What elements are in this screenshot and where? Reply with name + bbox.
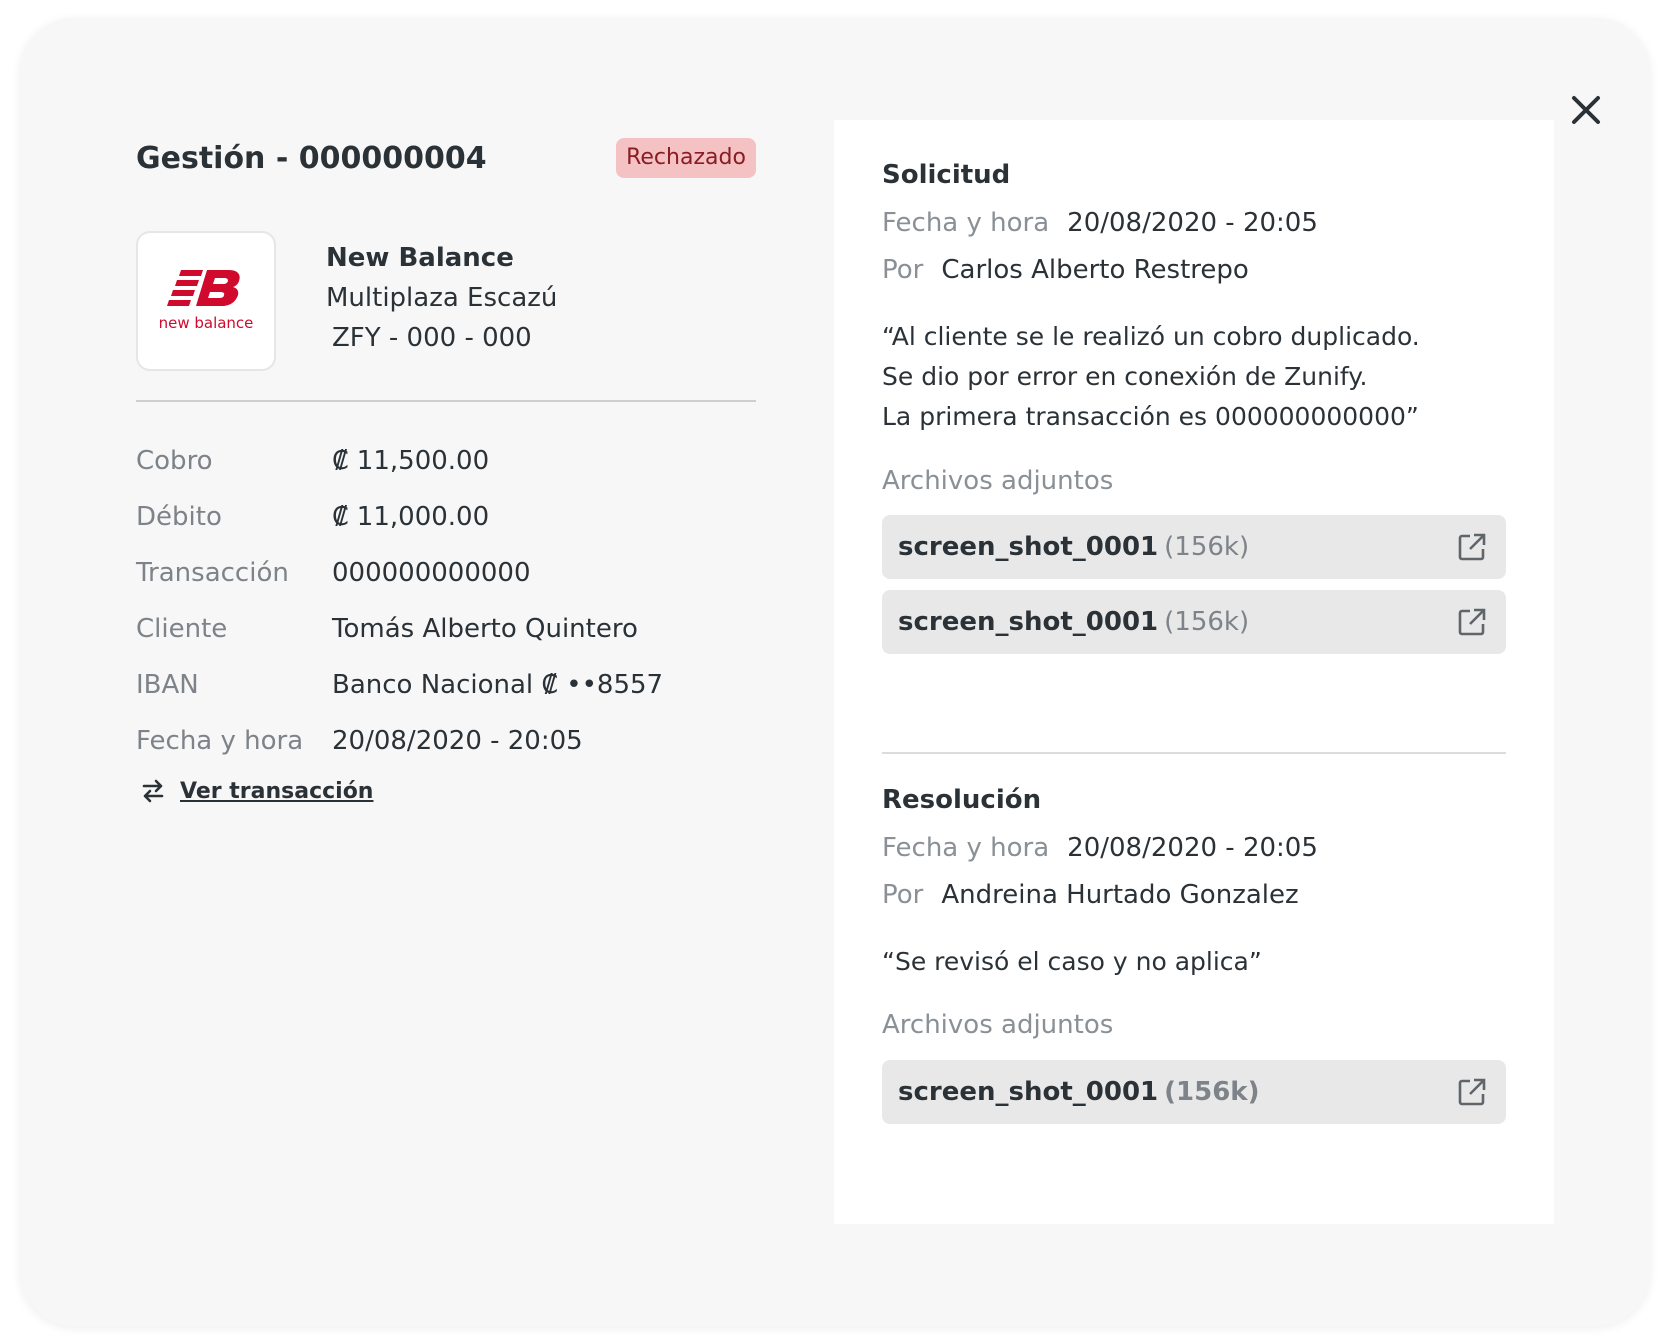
open-external-icon[interactable] bbox=[1456, 531, 1488, 563]
attachment-name: screen_shot_0001 bbox=[898, 1077, 1159, 1107]
detail-row-debito: Débito ₡ 11,000.00 bbox=[136, 489, 756, 545]
meta-value: Andreina Hurtado Gonzalez bbox=[941, 880, 1299, 910]
attachment-size: (156k) bbox=[1164, 607, 1250, 637]
ver-transaccion-link[interactable]: Ver transacción bbox=[140, 778, 373, 804]
gestion-modal: Gestión - 000000004 Rechazado new balanc… bbox=[20, 18, 1650, 1326]
resolucion-title: Resolución bbox=[882, 785, 1042, 815]
meta-value: Carlos Alberto Restrepo bbox=[941, 255, 1249, 285]
detail-value: ₡ 11,000.00 bbox=[332, 502, 490, 532]
meta-value: 20/08/2020 - 20:05 bbox=[1067, 833, 1318, 863]
comment-line: Se dio por error en conexión de Zunify. bbox=[882, 362, 1368, 391]
status-badge: Rechazado bbox=[616, 138, 756, 178]
detail-label: Cliente bbox=[136, 614, 228, 644]
attachment-size: (156k) bbox=[1164, 532, 1250, 562]
meta-label: Fecha y hora bbox=[882, 208, 1050, 238]
attachment-item[interactable]: screen_shot_0001 (156k) bbox=[882, 590, 1506, 654]
attachments-label: Archivos adjuntos bbox=[882, 1010, 1114, 1040]
detail-value: Banco Nacional ₡ ••8557 bbox=[332, 670, 664, 700]
detail-row-fecha: Fecha y hora 20/08/2020 - 20:05 bbox=[136, 713, 756, 769]
detail-label: Cobro bbox=[136, 446, 213, 476]
detail-value: 20/08/2020 - 20:05 bbox=[332, 726, 583, 756]
detail-label: Débito bbox=[136, 502, 222, 532]
merchant-info: New Balance Multiplaza Escazú ZFY - 000 … bbox=[326, 238, 557, 358]
details-list: Cobro ₡ 11,500.00 Débito ₡ 11,000.00 Tra… bbox=[136, 433, 756, 769]
attachment-name: screen_shot_0001 bbox=[898, 607, 1159, 637]
meta-label: Fecha y hora bbox=[882, 833, 1050, 863]
attachments-label: Archivos adjuntos bbox=[882, 466, 1114, 496]
section-divider bbox=[882, 752, 1506, 754]
solicitud-title: Solicitud bbox=[882, 160, 1011, 190]
detail-row-transaccion: Transacción 000000000000 bbox=[136, 545, 756, 601]
detail-value: ₡ 11,500.00 bbox=[332, 446, 490, 476]
attachment-name: screen_shot_0001 bbox=[898, 532, 1159, 562]
resolucion-fecha: Fecha y hora 20/08/2020 - 20:05 bbox=[882, 833, 1318, 863]
detail-row-iban: IBAN Banco Nacional ₡ ••8557 bbox=[136, 657, 756, 713]
detail-value: Tomás Alberto Quintero bbox=[332, 614, 638, 644]
detail-row-cobro: Cobro ₡ 11,500.00 bbox=[136, 433, 756, 489]
close-icon[interactable] bbox=[1566, 90, 1606, 130]
solicitud-fecha: Fecha y hora 20/08/2020 - 20:05 bbox=[882, 208, 1318, 238]
comment-line: “Al cliente se le realizó un cobro dupli… bbox=[882, 322, 1420, 351]
request-resolution-panel: Solicitud Fecha y hora 20/08/2020 - 20:0… bbox=[834, 120, 1554, 1224]
solicitud-por: Por Carlos Alberto Restrepo bbox=[882, 255, 1249, 285]
resolucion-comment: “Se revisó el caso y no aplica” bbox=[882, 947, 1262, 976]
swap-arrows-icon bbox=[142, 779, 164, 803]
ver-transaccion-label[interactable]: Ver transacción bbox=[180, 779, 373, 804]
detail-label: Fecha y hora bbox=[136, 726, 304, 756]
merchant-location: Multiplaza Escazú bbox=[326, 283, 558, 313]
detail-row-cliente: Cliente Tomás Alberto Quintero bbox=[136, 601, 756, 657]
new-balance-logo-icon: new balance bbox=[159, 270, 254, 332]
detail-label: Transacción bbox=[136, 558, 289, 588]
solicitud-comment: “Al cliente se le realizó un cobro dupli… bbox=[882, 317, 1522, 437]
meta-label: Por bbox=[882, 255, 924, 285]
attachment-size: (156k) bbox=[1164, 1077, 1260, 1107]
meta-value: 20/08/2020 - 20:05 bbox=[1067, 208, 1318, 238]
divider bbox=[136, 400, 756, 402]
page-title: Gestión - 000000004 bbox=[136, 141, 487, 176]
detail-label: IBAN bbox=[136, 670, 199, 700]
meta-label: Por bbox=[882, 880, 924, 910]
attachment-item[interactable]: screen_shot_0001 (156k) bbox=[882, 1060, 1506, 1124]
svg-text:new balance: new balance bbox=[159, 314, 254, 332]
detail-value: 000000000000 bbox=[332, 558, 531, 588]
open-external-icon[interactable] bbox=[1456, 1076, 1488, 1108]
resolucion-por: Por Andreina Hurtado Gonzalez bbox=[882, 880, 1299, 910]
merchant-logo: new balance bbox=[136, 231, 276, 371]
open-external-icon[interactable] bbox=[1456, 606, 1488, 638]
merchant-code: ZFY - 000 - 000 bbox=[332, 323, 532, 353]
attachment-item[interactable]: screen_shot_0001 (156k) bbox=[882, 515, 1506, 579]
merchant-name: New Balance bbox=[326, 243, 514, 273]
comment-line: La primera transacción es 000000000000” bbox=[882, 402, 1419, 431]
